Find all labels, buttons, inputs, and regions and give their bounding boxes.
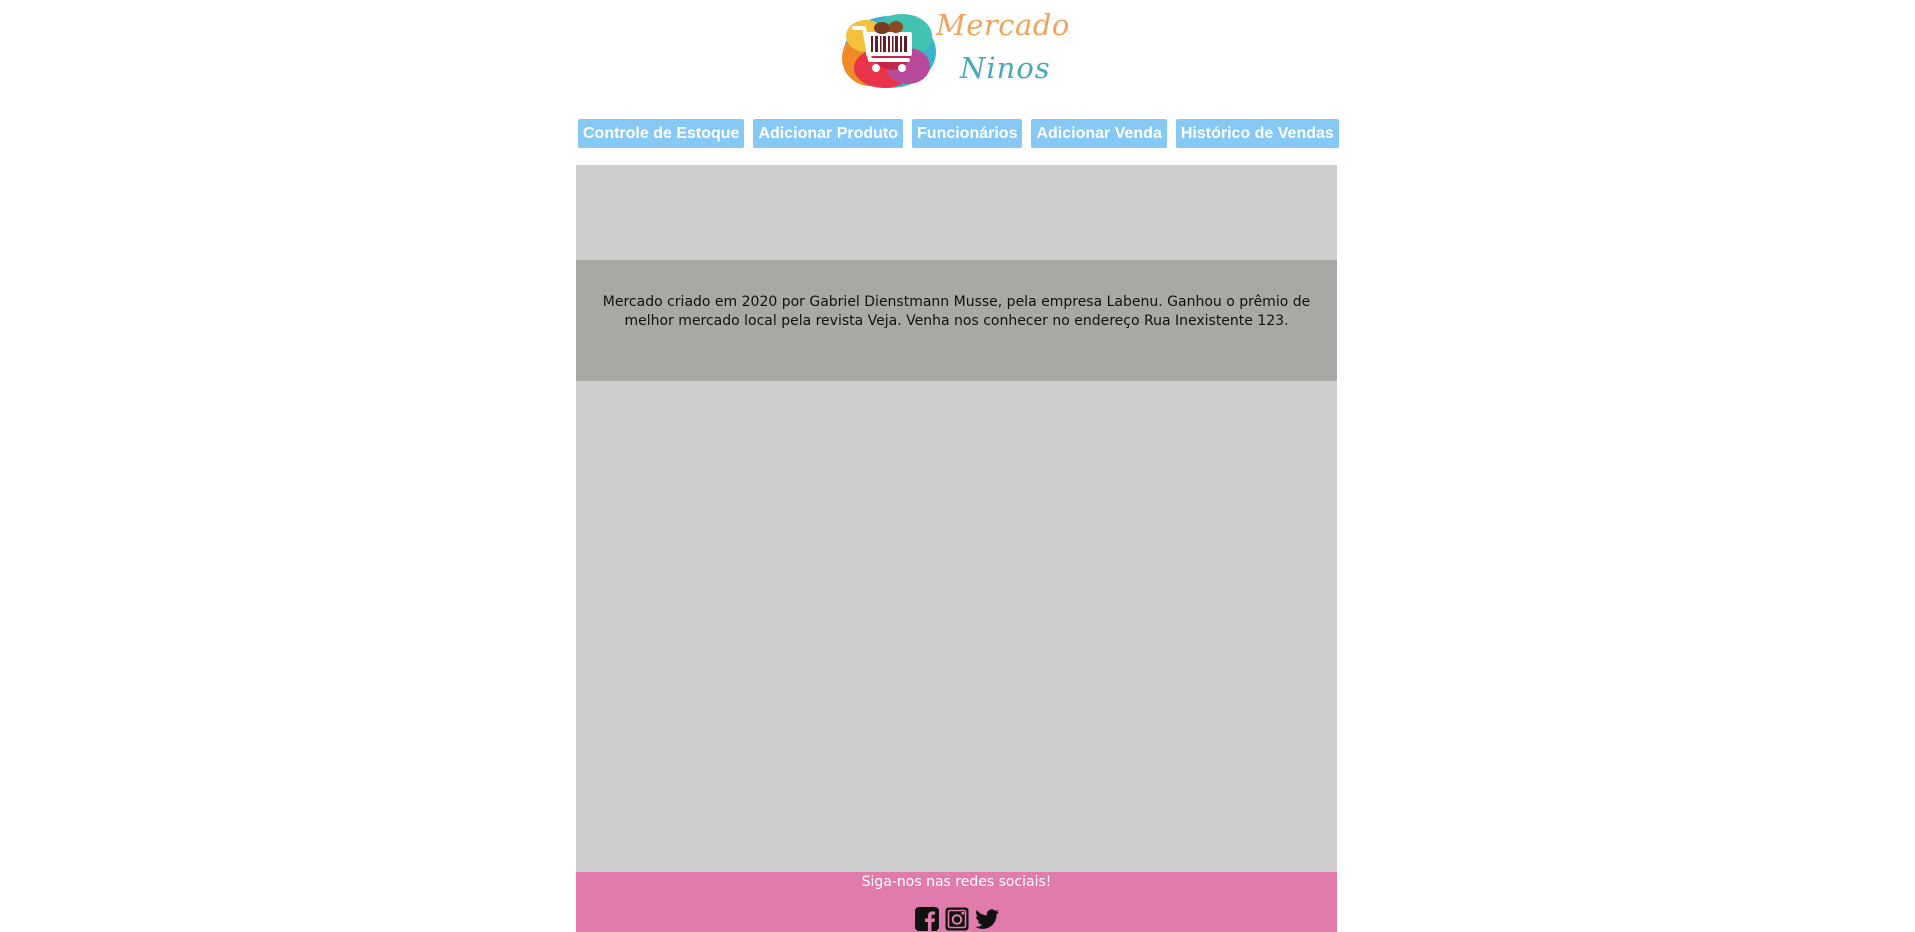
nav-controle-de-estoque-button[interactable]: Controle de Estoque (578, 119, 745, 148)
main-nav: Controle de Estoque Adicionar Produto Fu… (578, 119, 1339, 148)
twitter-icon[interactable] (974, 906, 1000, 932)
nav-funcionarios-button[interactable]: Funcionários (912, 119, 1023, 148)
facebook-icon[interactable] (914, 906, 940, 932)
footer-text: Siga-nos nas redes sociais! (861, 874, 1052, 890)
shopping-cart-barcode-icon (842, 14, 936, 88)
about-text: Mercado criado em 2020 por Gabriel Diens… (602, 293, 1311, 329)
page: Mercado Ninos Controle de Estoque Adicio… (0, 0, 1915, 932)
logo-word-mercado: Mercado (936, 8, 1070, 42)
logo[interactable]: Mercado Ninos (840, 6, 1080, 90)
logo-word-ninos: Ninos (960, 51, 1051, 85)
nav-adicionar-venda-button[interactable]: Adicionar Venda (1031, 119, 1167, 148)
main-content: Mercado criado em 2020 por Gabriel Diens… (576, 165, 1337, 872)
about-section: Mercado criado em 2020 por Gabriel Diens… (576, 260, 1337, 381)
footer: Siga-nos nas redes sociais! (576, 872, 1337, 932)
social-links (914, 906, 1000, 932)
nav-adicionar-produto-button[interactable]: Adicionar Produto (753, 119, 904, 148)
instagram-icon[interactable] (944, 906, 970, 932)
nav-historico-de-vendas-button[interactable]: Histórico de Vendas (1175, 119, 1339, 148)
logo-text: Mercado Ninos (936, 6, 1086, 90)
